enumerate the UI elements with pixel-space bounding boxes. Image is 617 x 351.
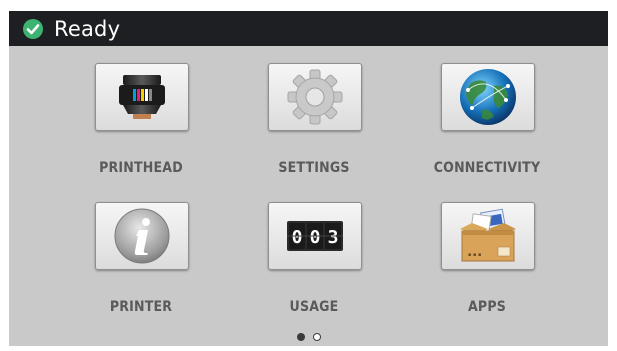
- svg-text:0: 0: [292, 227, 303, 248]
- info-icon: [114, 208, 170, 264]
- tile-label: APPS: [467, 299, 507, 315]
- printhead-button[interactable]: [95, 63, 189, 131]
- control-panel-screen: Ready PRINTHEAD SETTINGS CONNECTIVITY PR…: [9, 11, 608, 346]
- apps-button[interactable]: ▪ ▪ ▪: [441, 202, 535, 270]
- tile-printhead[interactable]: PRINTHEAD: [79, 63, 219, 181]
- tile-apps[interactable]: ▪ ▪ ▪ APPS: [425, 202, 565, 320]
- usage-button[interactable]: 0 0 3: [268, 202, 362, 270]
- svg-text:▪ ▪ ▪: ▪ ▪ ▪: [468, 252, 481, 258]
- page-dot-1[interactable]: [297, 333, 305, 341]
- svg-text:0: 0: [310, 227, 321, 248]
- connectivity-button[interactable]: [441, 63, 535, 131]
- page-dot-2[interactable]: [313, 333, 321, 341]
- device-frame: Ready PRINTHEAD SETTINGS CONNECTIVITY PR…: [0, 0, 617, 351]
- tile-printer[interactable]: PRINTER: [79, 202, 219, 320]
- tile-settings[interactable]: SETTINGS: [252, 63, 392, 181]
- printhead-icon: [119, 75, 165, 119]
- tile-label: PRINTHEAD: [99, 160, 183, 176]
- check-circle-icon: [23, 18, 43, 39]
- svg-text:3: 3: [328, 227, 339, 248]
- gear-icon: [287, 69, 343, 125]
- tile-label: CONNECTIVITY: [433, 160, 541, 176]
- status-text: Ready: [54, 16, 121, 41]
- globe-icon: [460, 69, 516, 125]
- page-indicator: [297, 333, 321, 341]
- printer-button[interactable]: [95, 202, 189, 270]
- settings-button[interactable]: [268, 63, 362, 131]
- tile-label: USAGE: [289, 299, 339, 315]
- tile-usage[interactable]: 0 0 3 USAGE: [252, 202, 392, 320]
- tile-connectivity[interactable]: CONNECTIVITY: [425, 63, 565, 181]
- tile-label: SETTINGS: [278, 160, 350, 176]
- tile-label: PRINTER: [109, 299, 173, 315]
- counter-icon: 0 0 3: [287, 221, 343, 251]
- status-bar: Ready: [9, 11, 608, 46]
- box-icon: ▪ ▪ ▪: [460, 208, 516, 262]
